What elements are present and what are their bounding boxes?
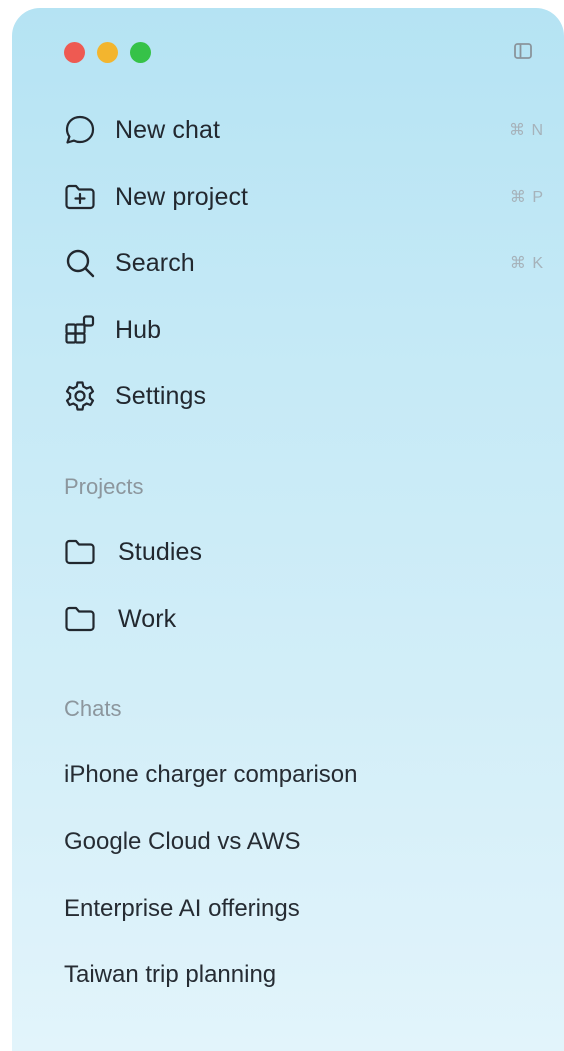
chat-item[interactable]: Taiwan trip planning xyxy=(64,961,276,989)
hub-label: Hub xyxy=(115,315,162,344)
new-project-shortcut: ⌘ P xyxy=(509,189,544,206)
new-chat-label: New chat xyxy=(115,115,221,144)
project-item-work[interactable]: Work xyxy=(62,593,544,645)
new-chat-item[interactable]: New chat ⌘ N xyxy=(62,104,544,156)
settings-label: Settings xyxy=(115,381,207,410)
window-controls xyxy=(64,42,151,63)
search-item[interactable]: Search ⌘ K xyxy=(62,237,544,289)
sidebar-toggle-icon xyxy=(513,41,533,66)
new-project-label: New project xyxy=(115,182,249,211)
chats-section-title: Chats xyxy=(64,696,122,721)
hub-grid-icon xyxy=(62,312,98,348)
close-window-button[interactable] xyxy=(64,42,85,63)
settings-item[interactable]: Settings xyxy=(62,370,544,422)
chat-bubble-icon xyxy=(62,112,98,148)
search-icon xyxy=(62,245,98,281)
new-chat-shortcut: ⌘ N xyxy=(509,122,544,139)
new-project-item[interactable]: New project ⌘ P xyxy=(62,171,544,223)
sidebar: New chat ⌘ N New project ⌘ P Search ⌘ K … xyxy=(12,8,564,1051)
folder-icon xyxy=(62,601,98,637)
sidebar-toggle-button[interactable] xyxy=(512,42,534,64)
app-window: New chat ⌘ N New project ⌘ P Search ⌘ K … xyxy=(0,0,564,1051)
zoom-window-button[interactable] xyxy=(130,42,151,63)
project-item-studies[interactable]: Studies xyxy=(62,526,544,578)
folder-plus-icon xyxy=(62,179,98,215)
gear-icon xyxy=(62,378,98,414)
search-shortcut: ⌘ K xyxy=(509,255,544,272)
chat-item[interactable]: Enterprise AI offerings xyxy=(64,895,300,923)
minimize-window-button[interactable] xyxy=(97,42,118,63)
folder-icon xyxy=(62,534,98,570)
projects-section-title: Projects xyxy=(64,474,144,499)
project-label-work: Work xyxy=(118,604,177,633)
chat-item[interactable]: iPhone charger comparison xyxy=(64,761,358,789)
chat-item[interactable]: Google Cloud vs AWS xyxy=(64,828,301,856)
project-label-studies: Studies xyxy=(118,537,203,566)
search-label: Search xyxy=(115,248,195,277)
hub-item[interactable]: Hub xyxy=(62,304,544,356)
